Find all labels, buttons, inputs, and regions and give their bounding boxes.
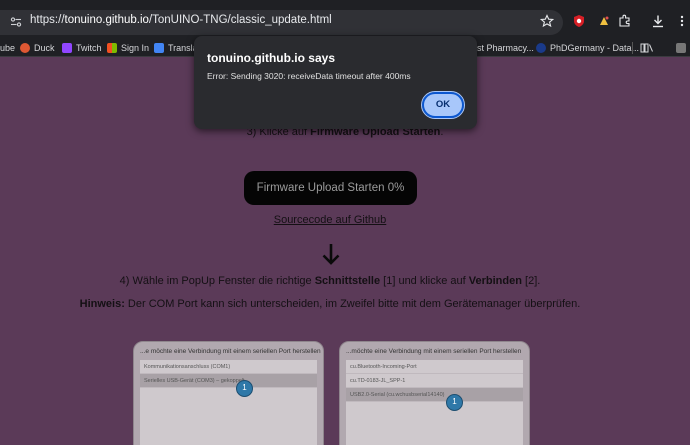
arrow-down-icon: [322, 244, 340, 265]
dialog-message: Error: Sending 3020: receiveData timeout…: [207, 71, 411, 81]
menu-icon[interactable]: [675, 14, 689, 28]
url-path: /TonUINO-TNG/classic_update.html: [148, 14, 332, 26]
url-host: tonuino.github.io: [64, 14, 149, 26]
microsoft-icon: [107, 43, 117, 53]
panel-title: ...möchte eine Verbindung mit einem seri…: [346, 348, 522, 355]
url-text[interactable]: https://tonuino.github.io/TonUINO-TNG/cl…: [30, 14, 332, 26]
port-list: cu.Bluetooth-Incoming-Port cu.TD-0183-JL…: [346, 360, 523, 445]
hint-text: Hinweis: Der COM Port kann sich untersch…: [79, 298, 581, 310]
phdgermany-icon: [536, 43, 546, 53]
bookmark-item[interactable]: Twitch: [62, 41, 102, 55]
list-item-selected: Serielles USB-Gerät (COM3) – gekoppelt: [140, 374, 317, 388]
bookmark-item[interactable]: Sign In: [107, 41, 149, 55]
bookmark-folder-divider: [632, 41, 633, 55]
serial-port-screenshot-windows: ...e möchte eine Verbindung mit einem se…: [133, 341, 324, 445]
bookmark-item[interactable]: Duck: [20, 41, 55, 55]
list-item-selected: USB2.0-Serial (cu.wchusbserial14140): [346, 388, 523, 402]
firmware-upload-button[interactable]: Firmware Upload Starten 0%: [244, 171, 417, 205]
site-settings-icon[interactable]: [10, 16, 22, 28]
step-badge: 1: [236, 380, 253, 397]
folder-icon: [676, 43, 686, 53]
serial-port-screenshot-mac: ...möchte eine Verbindung mit einem seri…: [339, 341, 530, 445]
extension-icon[interactable]: [597, 14, 611, 28]
list-item: cu.Bluetooth-Incoming-Port: [346, 360, 523, 374]
twitch-icon: [62, 43, 72, 53]
list-item: cu.TD-0183-JL_SPP-1: [346, 374, 523, 388]
url-scheme: https://: [30, 14, 65, 26]
download-icon[interactable]: [651, 14, 665, 28]
alert-dialog: tonuino.github.io says Error: Sending 30…: [194, 36, 477, 129]
ok-button[interactable]: OK: [421, 91, 465, 119]
panel-title: ...e möchte eine Verbindung mit einem se…: [140, 348, 321, 355]
list-item: Kommunikationsanschluss (COM1): [140, 360, 317, 374]
duckduckgo-icon: [20, 43, 30, 53]
translate-icon: [154, 43, 164, 53]
reading-list-icon: [640, 43, 653, 53]
bookmark-item[interactable]: st Pharmacy...: [477, 41, 534, 55]
port-list: Kommunikationsanschluss (COM1) Serielles…: [140, 360, 317, 445]
bookmark-item[interactable]: PhDGermany - Data...: [536, 41, 639, 55]
bookmark-star-icon[interactable]: [540, 14, 554, 28]
extensions-puzzle-icon[interactable]: [618, 14, 632, 28]
bookmark-item[interactable]: ube: [0, 41, 15, 55]
extension-shield-icon[interactable]: [572, 14, 586, 28]
dialog-title: tonuino.github.io says: [207, 51, 335, 65]
step-4-instruction: 4) Wähle im PopUp Fenster die richtige S…: [119, 275, 541, 287]
bookmark-item[interactable]: [640, 41, 657, 55]
bookmark-item[interactable]: Al: [676, 41, 690, 55]
browser-toolbar: https://tonuino.github.io/TonUINO-TNG/cl…: [0, 0, 690, 38]
sourcecode-link[interactable]: Sourcecode auf Github: [0, 214, 660, 226]
step-badge: 1: [446, 394, 463, 411]
